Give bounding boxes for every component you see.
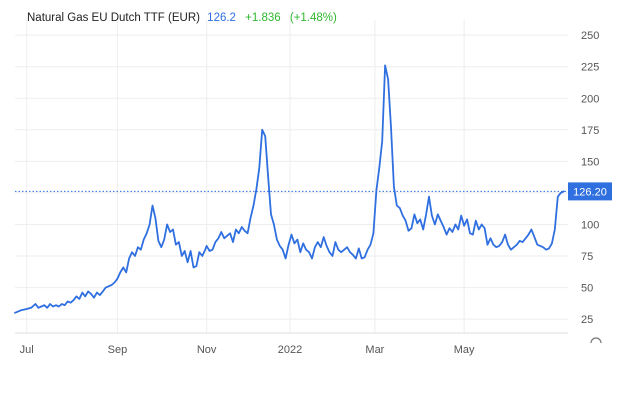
- y-tick-label: 75: [581, 251, 593, 263]
- reset-scale-icon: [590, 337, 602, 344]
- x-tick-label: Jul: [20, 344, 34, 356]
- x-tick-label: May: [454, 344, 475, 356]
- price-tag-label: 126.20: [573, 186, 607, 198]
- y-tick-label: 250: [581, 30, 599, 42]
- x-tick-label: Mar: [365, 344, 384, 356]
- x-tick-label: Nov: [197, 344, 217, 356]
- x-tick-label: 2022: [278, 344, 302, 356]
- price-change-percent: (+1.48%): [289, 12, 337, 24]
- y-tick-label: 100: [581, 219, 599, 231]
- y-tick-label: 225: [581, 62, 599, 74]
- chart-title: Natural Gas EU Dutch TTF (EUR): [27, 12, 200, 24]
- y-tick-label: 25: [581, 314, 593, 326]
- y-tick-label: 200: [581, 93, 599, 105]
- chart-area: Natural Gas EU Dutch TTF (EUR) 126.2 +1.…: [0, 0, 640, 403]
- x-tick-label: Sep: [108, 344, 128, 356]
- last-price: 126.2: [207, 12, 236, 24]
- y-tick-label: 175: [581, 125, 599, 137]
- price-change: +1.836: [245, 12, 281, 24]
- price-series-line: [518, 190, 565, 251]
- y-tick-label: 50: [581, 283, 593, 295]
- line-chart[interactable]: 255075100125150175200225250JulSepNov2022…: [0, 0, 640, 403]
- y-tick-label: 150: [581, 156, 599, 168]
- chart-legend: Natural Gas EU Dutch TTF (EUR) 126.2 +1.…: [27, 12, 337, 24]
- price-series-line: [14, 64, 521, 314]
